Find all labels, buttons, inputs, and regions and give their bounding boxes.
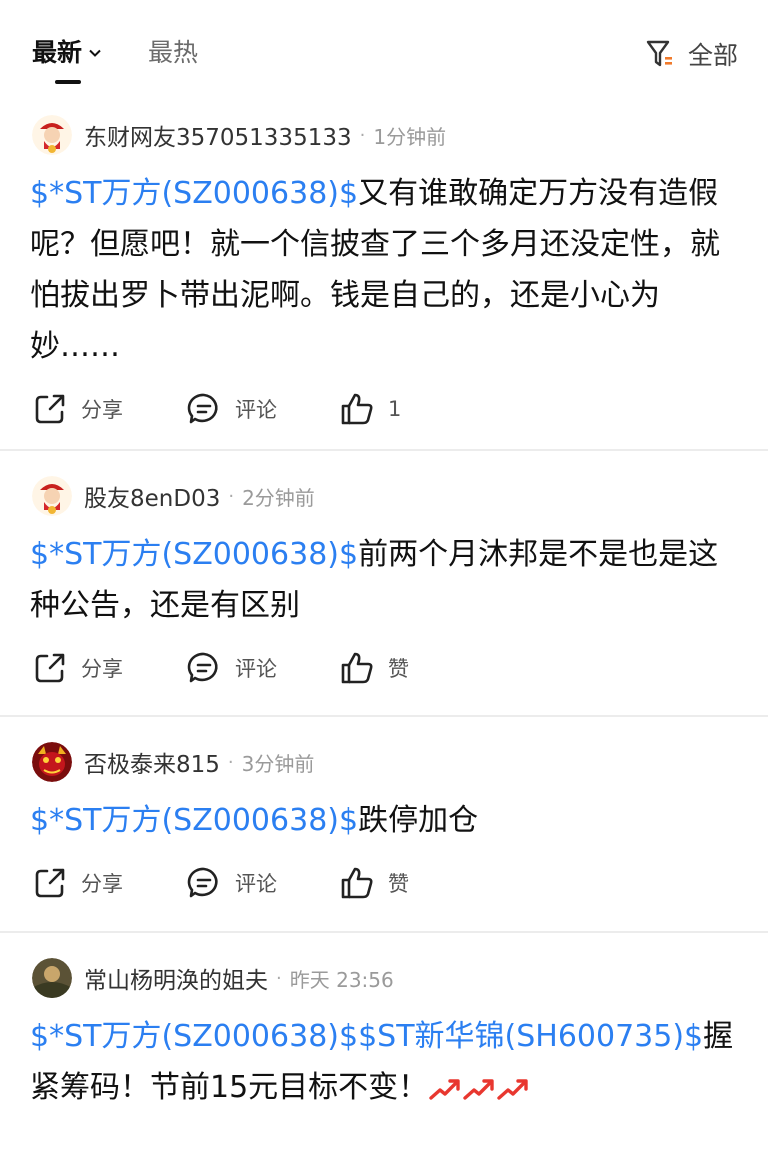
like-button[interactable]: 赞: [340, 651, 409, 685]
post-item[interactable]: 股友8enD03 · 2分钟前 $*ST万方(SZ000638)$前两个月沐邦是…: [0, 451, 768, 717]
post-content[interactable]: $*ST万方(SZ000638)$又有谁敢确定万方没有造假呢？但愿吧！就一个信披…: [0, 168, 768, 372]
share-button[interactable]: 分享: [33, 866, 123, 900]
filter-label: 全部: [687, 41, 738, 70]
author-name[interactable]: 常山杨明涣的姐夫: [84, 961, 268, 995]
author-name[interactable]: 东财网友357051335133: [84, 118, 352, 152]
share-label: 分享: [81, 872, 123, 896]
post-item[interactable]: 否极泰来815 · 3分钟前 $*ST万方(SZ000638)$跌停加仓 分享 …: [0, 717, 768, 933]
share-label: 分享: [81, 398, 123, 422]
post-actions: 分享 评论 赞: [0, 846, 768, 926]
comment-button[interactable]: 评论: [187, 866, 277, 900]
post-text: 跌停加仓: [358, 803, 479, 838]
thumbs-up-icon: [341, 867, 373, 899]
author-name[interactable]: 否极泰来815: [84, 745, 220, 779]
separator-dot: ·: [359, 124, 366, 146]
share-icon: [35, 653, 65, 683]
comment-button[interactable]: 评论: [187, 651, 277, 685]
share-button[interactable]: 分享: [33, 651, 123, 685]
like-button[interactable]: 赞: [340, 866, 409, 900]
post-item[interactable]: 常山杨明涣的姐夫 · 昨天 23:56 $*ST万方(SZ000638)$$ST…: [0, 933, 768, 1165]
share-icon: [35, 394, 65, 424]
post-item[interactable]: 东财网友357051335133 · 1分钟前 $*ST万方(SZ000638)…: [0, 100, 768, 451]
tab-latest[interactable]: 最新: [32, 36, 102, 70]
share-button[interactable]: 分享: [33, 392, 123, 426]
post-time: 1分钟前: [373, 124, 447, 149]
post-time: 3分钟前: [241, 751, 315, 776]
author-name[interactable]: 股友8enD03: [84, 479, 220, 513]
post-content[interactable]: $*ST万方(SZ000638)$跌停加仓: [0, 795, 768, 846]
share-label: 分享: [81, 657, 123, 681]
avatar[interactable]: [32, 476, 72, 516]
comment-label: 评论: [235, 657, 277, 681]
filter-button[interactable]: 全部: [646, 36, 738, 72]
post-time: 2分钟前: [242, 485, 315, 510]
separator-dot: ·: [276, 967, 282, 989]
post-author-row: 常山杨明涣的姐夫 · 昨天 23:56: [0, 958, 768, 998]
post-author-row: 东财网友357051335133 · 1分钟前: [0, 115, 768, 155]
post-author-row: 否极泰来815 · 3分钟前: [0, 742, 768, 782]
post-time: 昨天 23:56: [289, 967, 394, 992]
stock-tag-link[interactable]: $*ST万方(SZ000638)$$ST新华锦(SH600735)$: [30, 1019, 703, 1054]
thumbs-up-icon: [341, 393, 373, 425]
avatar[interactable]: [32, 958, 72, 998]
post-content[interactable]: $*ST万方(SZ000638)$$ST新华锦(SH600735)$握紧筹码！节…: [0, 1011, 768, 1113]
like-button[interactable]: 1: [340, 392, 401, 426]
separator-dot: ·: [227, 751, 234, 773]
trend-up-icon: [463, 1078, 494, 1100]
tab-latest-label: 最新: [32, 38, 83, 67]
comment-label: 评论: [235, 398, 277, 422]
tab-hot[interactable]: 最热: [148, 36, 198, 70]
post-author-row: 股友8enD03 · 2分钟前: [0, 476, 768, 516]
post-actions: 分享 评论 赞: [0, 631, 768, 711]
feed-tabs: 最新 最热 全部: [0, 0, 768, 100]
like-label: 赞: [388, 872, 409, 896]
like-count: 1: [388, 397, 402, 421]
stock-tag-link[interactable]: $*ST万方(SZ000638)$: [30, 176, 358, 211]
comment-icon: [187, 867, 218, 898]
avatar[interactable]: [32, 115, 72, 155]
like-label: 赞: [388, 657, 409, 681]
separator-dot: ·: [228, 485, 235, 507]
comment-label: 评论: [235, 872, 277, 896]
avatar[interactable]: [32, 742, 72, 782]
stock-tag-link[interactable]: $*ST万方(SZ000638)$: [30, 537, 358, 572]
chevron-down-icon: [89, 49, 101, 57]
active-tab-indicator: [55, 80, 81, 84]
trend-up-icon: [497, 1078, 528, 1100]
comment-icon: [187, 393, 218, 424]
post-actions: 分享 评论 1: [0, 372, 768, 452]
stock-tag-link[interactable]: $*ST万方(SZ000638)$: [30, 803, 358, 838]
thumbs-up-icon: [341, 652, 373, 684]
filter-icon: [646, 40, 672, 67]
share-icon: [35, 868, 65, 898]
comment-button[interactable]: 评论: [187, 392, 277, 426]
post-content[interactable]: $*ST万方(SZ000638)$前两个月沐邦是不是也是这种公告，还是有区别: [0, 529, 768, 631]
trend-up-icon: [429, 1078, 460, 1100]
comment-icon: [187, 652, 218, 683]
